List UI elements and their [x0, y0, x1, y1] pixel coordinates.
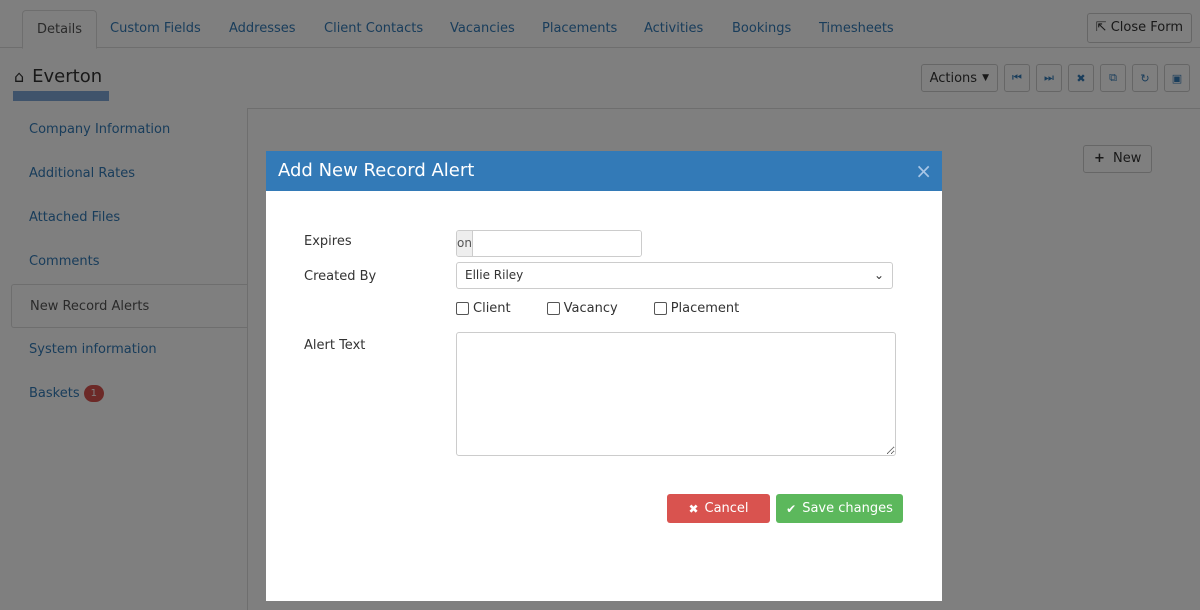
placement-checkbox[interactable]	[653, 302, 667, 315]
created-by-label: Created By	[304, 269, 377, 284]
alert-text-input[interactable]	[456, 332, 896, 456]
client-checkbox[interactable]	[456, 302, 469, 315]
expires-date-input[interactable]	[472, 231, 641, 256]
expires-label: Expires	[304, 234, 352, 249]
cancel-label: Cancel	[704, 501, 749, 516]
modal-header: Add New Record Alert ×	[266, 151, 942, 191]
vacancy-checkbox-label: Vacancy	[563, 301, 618, 316]
client-checkbox-label: Client	[473, 301, 511, 316]
check-icon: ✔	[786, 501, 797, 516]
times-icon: ✖	[688, 501, 699, 516]
save-changes-button[interactable]: ✔ Save changes	[776, 494, 903, 523]
chevron-down-icon: ⌄	[873, 268, 884, 282]
link-checkboxes: Client Vacancy Placement	[456, 301, 775, 316]
placement-checkbox-label: Placement	[670, 301, 740, 316]
modal-title: Add New Record Alert	[278, 160, 475, 181]
vacancy-checkbox-item[interactable]: Vacancy	[546, 301, 618, 316]
cancel-button[interactable]: ✖ Cancel	[667, 494, 770, 523]
placement-checkbox-item[interactable]: Placement	[653, 301, 740, 316]
created-by-value: Ellie Riley	[465, 268, 524, 282]
alert-text-label: Alert Text	[304, 338, 366, 353]
save-label: Save changes	[802, 501, 893, 516]
close-icon[interactable]: ×	[915, 151, 932, 191]
expires-input-group: on ▦	[456, 230, 642, 257]
created-by-select[interactable]: Ellie Riley ⌄	[456, 262, 893, 289]
client-checkbox-item[interactable]: Client	[456, 301, 511, 316]
add-record-alert-modal: Add New Record Alert × Expires on ▦ Crea…	[266, 151, 942, 601]
vacancy-checkbox[interactable]	[546, 302, 560, 315]
expires-prefix: on	[457, 231, 473, 256]
